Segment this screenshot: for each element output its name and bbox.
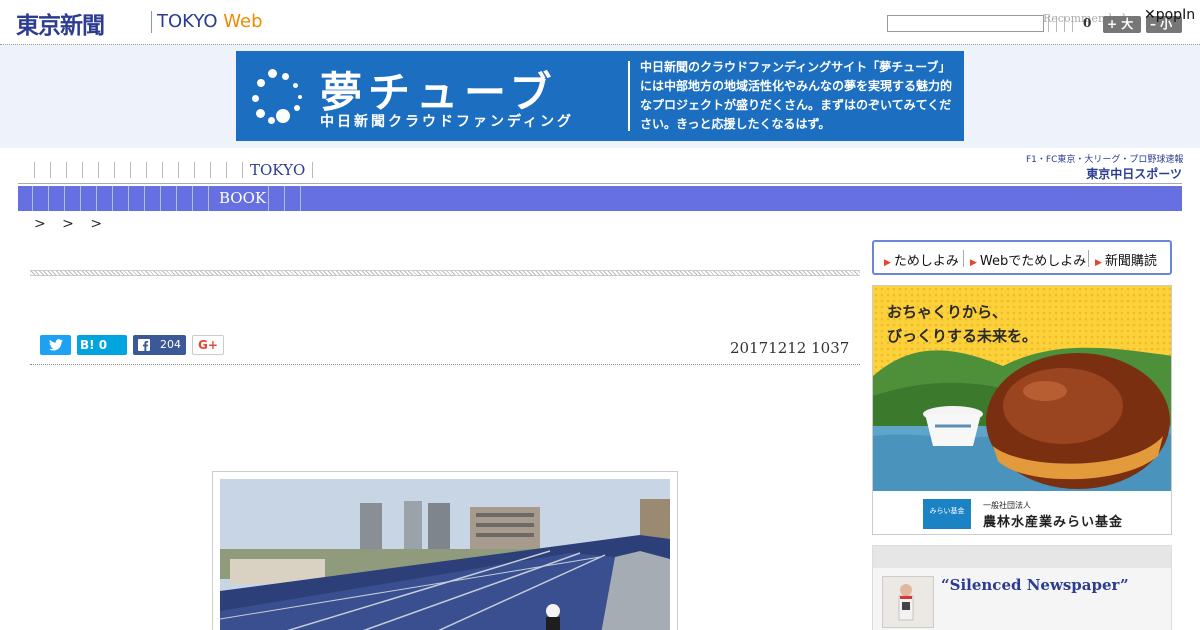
- breadcrumb[interactable]: > > >: [34, 216, 108, 232]
- chunichi-sports-logo: 東京中日スポーツ: [1086, 167, 1182, 181]
- nav-item-tokyo[interactable]: TOKYO: [250, 161, 305, 179]
- sub-nav-links-end[interactable]: [268, 186, 302, 211]
- popin-label: popIn: [1155, 7, 1196, 23]
- banner-subtitle: 中日新聞クラウドファンディング: [320, 114, 575, 130]
- close-icon: ✕: [1144, 7, 1156, 23]
- ad-footer: みらい基金 一般社団法人 農林水産業みらい基金: [873, 491, 1171, 534]
- triangle-right-icon: ▶: [884, 258, 891, 268]
- banner-description: 中日新聞のクラウドファンディングサイト「夢チューブ」には中部地方の地域活性化やみ…: [640, 60, 953, 131]
- logo-web-text: Web: [223, 11, 263, 32]
- logo-tokyo-text: TOKYO: [157, 11, 218, 32]
- sub-separator: [1088, 250, 1089, 267]
- yume-tube-banner[interactable]: 夢チューブ 中日新聞クラウドファンディング 中日新聞のクラウドファンディングサイ…: [236, 51, 964, 141]
- web-trial-reading-label: Webでためしよみ: [979, 254, 1087, 269]
- ad-copy: おちゃくりから、 びっくりする未来を。: [887, 300, 1037, 348]
- logo-separator: [151, 11, 152, 33]
- subscribe-link[interactable]: ▶ 新聞購読: [1095, 250, 1157, 269]
- facebook-share-button[interactable]: 204: [133, 335, 186, 355]
- search-input[interactable]: [887, 15, 1044, 32]
- ad-copy-line1: おちゃくりから、: [887, 303, 1008, 321]
- banner-dot: [282, 73, 289, 80]
- facebook-share-count: 204: [160, 338, 181, 351]
- ad-org-name: 農林水産業みらい基金: [983, 515, 1124, 530]
- banner-dot: [256, 109, 265, 118]
- hatena-bookmark-button[interactable]: B! 0: [77, 335, 127, 355]
- solar-panels-photo: [220, 479, 670, 630]
- main-nav-links[interactable]: [34, 162, 244, 178]
- article-photo[interactable]: [220, 479, 670, 630]
- nav-divider: [18, 183, 1182, 184]
- banner-dot: [257, 79, 265, 87]
- chunichi-sports-tagline: F1・FC東京・大リーグ・プロ野球速報: [1026, 155, 1184, 165]
- recommended-thumbnail[interactable]: [882, 576, 934, 628]
- title-rule: [30, 270, 860, 276]
- sidebar-advertisement[interactable]: おちゃくりから、 びっくりする未来を。 みらい基金 一般社団法人 農林水産業みら…: [872, 285, 1172, 535]
- ad-copy-line2: びっくりする未来を。: [887, 327, 1038, 345]
- sub-nav-links[interactable]: [32, 186, 212, 211]
- sub-separator: [963, 250, 964, 267]
- recommend-count: 0: [1083, 16, 1092, 30]
- sub-nav-item-book[interactable]: BOOK: [219, 189, 266, 207]
- banner-dot: [294, 105, 300, 111]
- nav-separator: [312, 162, 313, 178]
- facebook-icon: [138, 339, 150, 351]
- banner-dot: [293, 83, 298, 88]
- twitter-share-button[interactable]: [40, 335, 71, 355]
- site-logo-english[interactable]: TOKYO Web: [157, 11, 263, 32]
- gplus-share-button[interactable]: G+: [192, 335, 224, 355]
- article-photo-frame: [212, 471, 678, 630]
- banner-dot: [268, 69, 277, 78]
- banner-dot: [268, 117, 275, 124]
- recommended-header: [873, 546, 1171, 568]
- article-date: 20171212 1037: [730, 339, 850, 357]
- subscribe-label: 新聞購読: [1104, 254, 1157, 269]
- banner-dot: [276, 109, 290, 123]
- recommended-box: “Silenced Newspaper”: [872, 545, 1172, 630]
- chunichi-sports-link[interactable]: F1・FC東京・大リーグ・プロ野球速報 東京中日スポーツ: [1026, 152, 1184, 182]
- recommended-article-title[interactable]: “Silenced Newspaper”: [941, 576, 1129, 594]
- ad-org-type: 一般社団法人: [983, 501, 1031, 510]
- subscription-links: ▶ ためしよみ ▶ Webでためしよみ ▶ 新聞購読: [872, 240, 1172, 275]
- banner-divider: [628, 61, 630, 131]
- site-header: 東京新聞 TOKYO Web Recommended 0 + 大 – 小 ✕po…: [0, 0, 1200, 44]
- newspaper-figure-image: [883, 577, 933, 627]
- trial-reading-link[interactable]: ▶ ためしよみ: [884, 250, 959, 269]
- mirai-fund-logo-text: みらい基金: [929, 507, 965, 515]
- site-logo[interactable]: 東京新聞: [16, 6, 105, 40]
- sub-nav-bar: BOOK: [18, 186, 1182, 211]
- article-meta-divider: [30, 364, 860, 365]
- trial-reading-label: ためしよみ: [893, 254, 959, 269]
- triangle-right-icon: ▶: [1095, 258, 1102, 268]
- banner-dot: [252, 95, 259, 102]
- font-bigger-button[interactable]: + 大: [1103, 16, 1141, 33]
- twitter-icon: [48, 339, 63, 351]
- banner-dot: [298, 95, 302, 99]
- triangle-right-icon: ▶: [970, 258, 977, 268]
- popin-close-button[interactable]: ✕popIn: [1144, 7, 1195, 23]
- web-trial-reading-link[interactable]: ▶ Webでためしよみ: [970, 250, 1086, 269]
